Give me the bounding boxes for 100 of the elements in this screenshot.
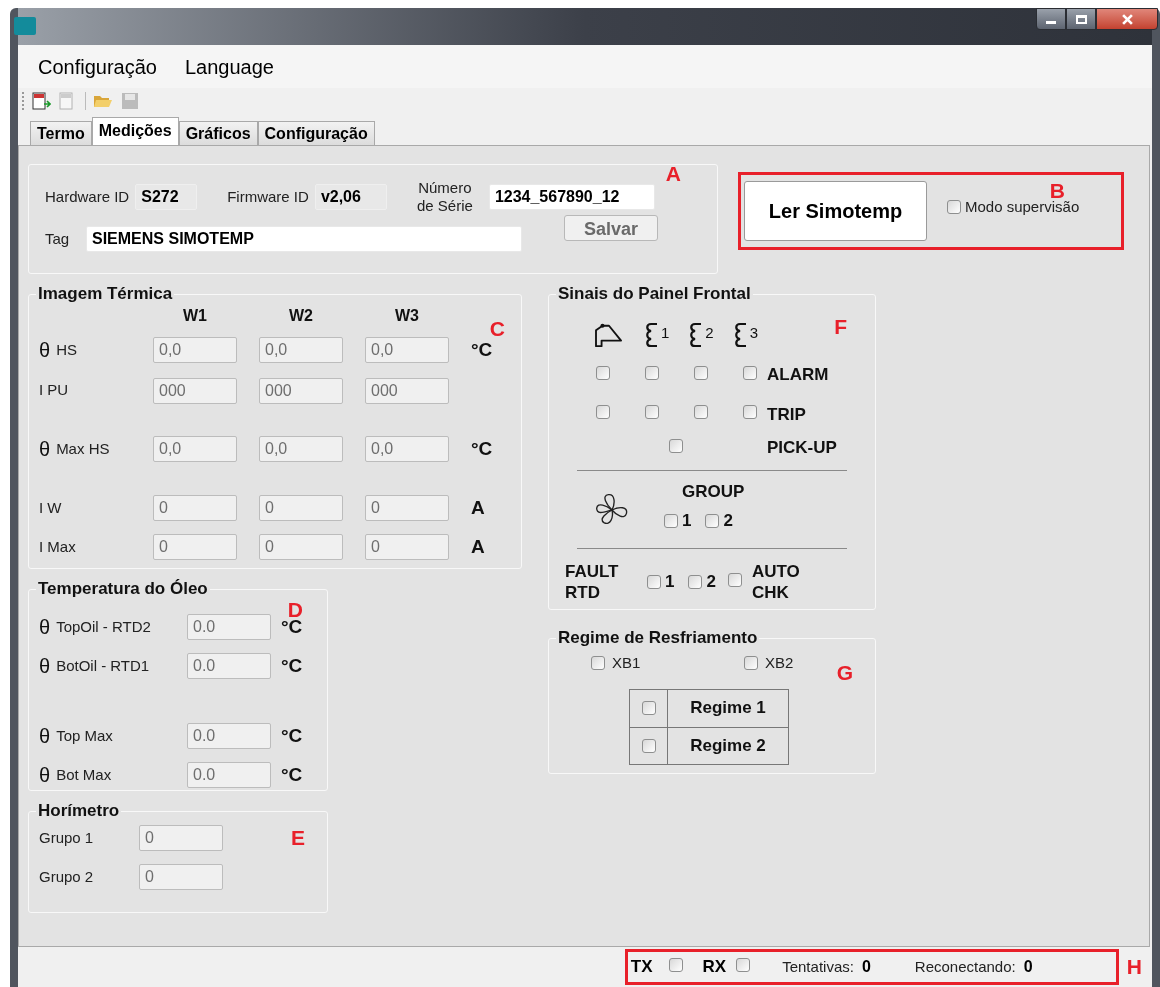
value-field[interactable]: S272 — [135, 184, 198, 210]
checkbox[interactable] — [596, 365, 610, 380]
unit-label: °C — [471, 339, 493, 360]
checkbox[interactable] — [645, 365, 659, 380]
group-title: Regime de Resfriamento — [557, 628, 759, 648]
read-button[interactable]: Ler Simotemp — [744, 181, 927, 241]
menu-item[interactable]: Language — [184, 51, 274, 82]
row-label: Top Max — [56, 726, 113, 746]
theta-symbol: θ — [39, 726, 51, 747]
coil-icon — [645, 322, 659, 348]
menu-item[interactable]: Configuração — [38, 51, 157, 82]
check-number: 1 — [682, 510, 692, 532]
checkbox[interactable] — [705, 513, 720, 528]
unit-label: °C — [281, 725, 303, 746]
value-field[interactable]: 000 — [259, 377, 343, 404]
field-label: Firmware ID — [227, 186, 309, 207]
column-header: W3 — [394, 306, 420, 326]
checkbox[interactable] — [591, 656, 605, 671]
theta-symbol: θ — [39, 764, 51, 785]
checkbox[interactable] — [647, 574, 661, 589]
row-label: I Max — [39, 536, 76, 557]
value-field[interactable]: 0.0 — [187, 723, 271, 750]
unit-label: A — [471, 497, 485, 518]
checkbox[interactable] — [743, 365, 757, 380]
check-number: 2 — [723, 510, 733, 532]
value-field[interactable]: 1234_567890_12 — [488, 184, 655, 210]
checkbox[interactable] — [645, 405, 659, 420]
value-field[interactable]: 0 — [365, 495, 449, 522]
value-field[interactable]: SIEMENS SIMOTEMP — [86, 226, 522, 252]
value-field[interactable]: 0 — [365, 533, 449, 560]
unit-label: °C — [281, 654, 303, 676]
theta-symbol: θ — [39, 438, 51, 459]
winding-number: 3 — [749, 323, 759, 343]
device-export-icon[interactable] — [31, 91, 51, 111]
value-field[interactable]: 0 — [139, 825, 223, 851]
status-value: 0 — [1023, 957, 1033, 977]
value-field[interactable]: 0,0 — [259, 337, 343, 364]
annotation-letter: E — [291, 827, 305, 848]
row-label: TopOil - RTD2 — [56, 617, 151, 637]
check-number: 1 — [665, 570, 675, 593]
value-field[interactable]: 0 — [259, 495, 343, 522]
value-field[interactable]: 0.0 — [187, 614, 271, 641]
value-field[interactable]: 0,0 — [153, 435, 237, 462]
value-field[interactable]: 0.0 — [187, 652, 271, 679]
row-label: Grupo 2 — [39, 866, 95, 887]
row-label: Max HS — [56, 438, 110, 459]
value-field[interactable]: 0,0 — [153, 337, 237, 364]
row-label: BotOil - RTD1 — [56, 655, 150, 676]
checkbox[interactable] — [641, 701, 656, 715]
column-header: W2 — [288, 306, 314, 326]
checkbox[interactable] — [641, 738, 656, 753]
value-field[interactable]: 0,0 — [259, 435, 343, 462]
value-field[interactable]: 000 — [365, 377, 449, 404]
signal-label: ALARM — [767, 364, 829, 386]
status-value: 0 — [861, 957, 871, 977]
value-field[interactable]: 000 — [153, 377, 237, 404]
value-field[interactable]: 0.0 — [187, 761, 271, 788]
annotation-letter: F — [834, 316, 847, 337]
checkbox[interactable] — [736, 958, 751, 972]
tab[interactable]: Configuração — [257, 121, 375, 145]
checkbox[interactable] — [596, 405, 610, 420]
checkbox[interactable] — [727, 572, 742, 587]
checkbox[interactable] — [664, 513, 678, 528]
value-field[interactable]: 0 — [153, 533, 237, 560]
status-label: Reconectando: — [914, 956, 1016, 977]
signal-label: GROUP — [682, 480, 745, 503]
tab[interactable]: Termo — [30, 121, 92, 145]
checkbox[interactable] — [744, 656, 758, 671]
checkbox-label: XB2 — [765, 653, 794, 673]
minimize-button[interactable] — [1036, 8, 1066, 30]
value-field[interactable]: 0 — [259, 533, 343, 560]
checkbox[interactable] — [947, 200, 961, 214]
checkbox[interactable] — [694, 405, 708, 420]
signal-label: FAULT RTD — [565, 560, 620, 603]
status-label: TX — [630, 956, 653, 979]
checkbox[interactable] — [694, 365, 708, 380]
value-field[interactable]: v2,06 — [314, 184, 387, 210]
row-label: Bot Max — [56, 764, 112, 785]
close-button[interactable] — [1096, 8, 1158, 30]
maximize-button[interactable] — [1066, 8, 1096, 30]
row-label: I PU — [39, 380, 69, 401]
column-header: W1 — [182, 306, 208, 326]
checkbox[interactable] — [688, 574, 703, 589]
value-field[interactable]: 0 — [153, 495, 237, 522]
value-field[interactable]: 0,0 — [365, 435, 449, 462]
row-label: I W — [39, 498, 62, 518]
checkbox[interactable] — [743, 405, 757, 420]
value-field[interactable]: 0,0 — [365, 337, 449, 364]
regime-label: Regime 2 — [689, 734, 767, 757]
tab[interactable]: Medições — [91, 117, 179, 145]
checkbox[interactable] — [668, 958, 683, 972]
theta-symbol: θ — [39, 655, 51, 676]
signal-label: TRIP — [767, 403, 806, 426]
check-number: 2 — [706, 570, 716, 593]
tab[interactable]: Gráficos — [178, 121, 258, 145]
checkbox[interactable] — [669, 438, 683, 453]
maximize-icon — [1075, 14, 1087, 24]
value-field[interactable]: 0 — [139, 864, 223, 890]
group-title: Horímetro — [37, 801, 121, 821]
theta-symbol: θ — [39, 340, 51, 361]
